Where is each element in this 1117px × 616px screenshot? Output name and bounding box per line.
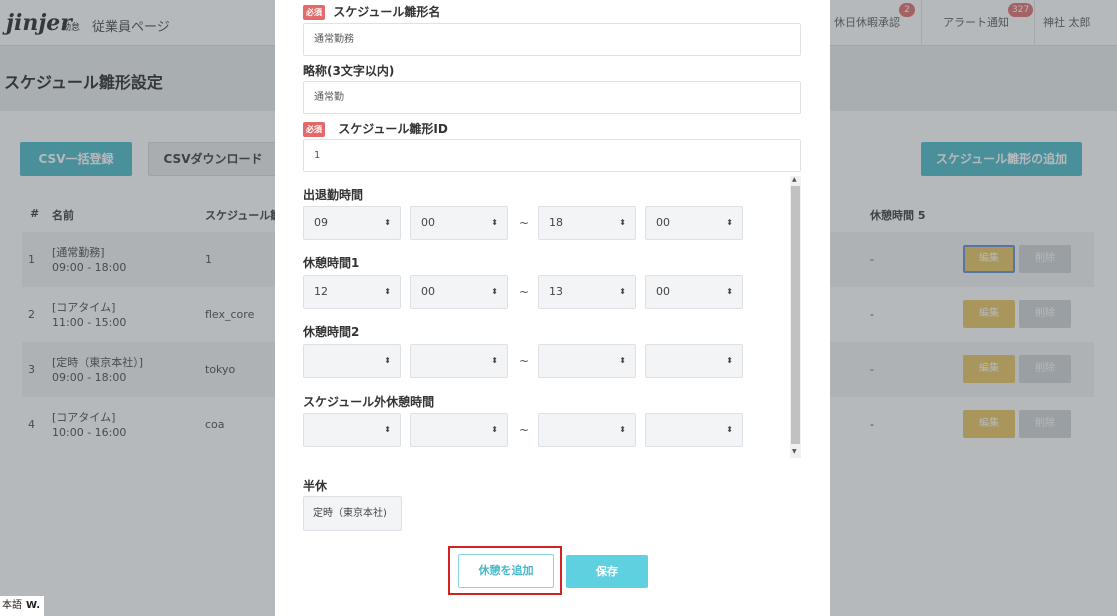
work-hours-label: 出退勤時間 xyxy=(303,188,364,202)
break1-label: 休憩時間1 xyxy=(303,256,360,270)
break1-end-hour-select[interactable]: 13 ⬍ xyxy=(538,275,636,309)
select-caret-icon: ⬍ xyxy=(491,218,498,227)
ime-w-icon: W. xyxy=(26,600,41,611)
select-caret-icon: ⬍ xyxy=(619,356,626,365)
select-caret-icon: ⬍ xyxy=(384,425,391,434)
select-caret-icon: ⬍ xyxy=(384,287,391,296)
work-start-minute-select[interactable]: 00 ⬍ xyxy=(410,206,508,240)
select-caret-icon: ⬍ xyxy=(491,287,498,296)
break2-end-minute-select[interactable]: ⬍ xyxy=(645,344,743,378)
abbreviation-label: 略称(3文字以内) xyxy=(303,64,395,78)
break1-end-minute-select[interactable]: 00 ⬍ xyxy=(645,275,743,309)
work-end-hour-select[interactable]: 18 ⬍ xyxy=(538,206,636,240)
select-caret-icon: ⬍ xyxy=(726,218,733,227)
required-badge: 必須 xyxy=(303,122,325,137)
range-tilde: ~ xyxy=(519,423,530,437)
select-caret-icon: ⬍ xyxy=(384,218,391,227)
select-caret-icon: ⬍ xyxy=(726,356,733,365)
break2-start-hour-select[interactable]: ⬍ xyxy=(303,344,401,378)
work-end-minute-select[interactable]: 00 ⬍ xyxy=(645,206,743,240)
outside-start-hour-select[interactable]: ⬍ xyxy=(303,413,401,447)
select-caret-icon: ⬍ xyxy=(726,425,733,434)
template-name-input[interactable]: 通常勤務 xyxy=(303,23,801,56)
select-caret-icon: ⬍ xyxy=(619,287,626,296)
abbreviation-input[interactable]: 通常勤 xyxy=(303,81,801,114)
half-day-select[interactable]: 定時（東京本社) xyxy=(303,496,402,531)
outside-end-minute-select[interactable]: ⬍ xyxy=(645,413,743,447)
outside-start-minute-select[interactable]: ⬍ xyxy=(410,413,508,447)
select-caret-icon: ⬍ xyxy=(384,356,391,365)
work-start-hour-select[interactable]: 09 ⬍ xyxy=(303,206,401,240)
break1-start-minute-select[interactable]: 00 ⬍ xyxy=(410,275,508,309)
template-id-input[interactable]: 1 xyxy=(303,139,801,172)
select-caret-icon: ⬍ xyxy=(726,287,733,296)
required-badge: 必須 xyxy=(303,5,325,20)
scrollbar-thumb[interactable] xyxy=(791,186,800,444)
range-tilde: ~ xyxy=(519,354,530,368)
outside-break-label: スケジュール外休憩時間 xyxy=(303,395,435,409)
break1-start-hour-select[interactable]: 12 ⬍ xyxy=(303,275,401,309)
modal-scrollbar[interactable]: ▲ ▼ xyxy=(790,176,801,458)
half-day-label: 半休 xyxy=(303,479,328,493)
break2-start-minute-select[interactable]: ⬍ xyxy=(410,344,508,378)
break2-end-hour-select[interactable]: ⬍ xyxy=(538,344,636,378)
add-break-button[interactable]: 休憩を追加 xyxy=(458,554,554,588)
select-caret-icon: ⬍ xyxy=(491,425,498,434)
outside-end-hour-select[interactable]: ⬍ xyxy=(538,413,636,447)
schedule-template-modal: 必須 スケジュール雛形名 通常勤務 略称(3文字以内) 通常勤 必須 スケジュー… xyxy=(275,0,830,616)
range-tilde: ~ xyxy=(519,285,530,299)
scroll-down-icon[interactable]: ▼ xyxy=(792,448,797,455)
language-label: 本語 xyxy=(2,600,22,611)
select-caret-icon: ⬍ xyxy=(491,356,498,365)
template-id-label: 必須 スケジュール雛形ID xyxy=(303,120,448,137)
scroll-up-icon[interactable]: ▲ xyxy=(792,176,797,183)
language-indicator: 本語 W. xyxy=(0,596,44,616)
template-name-label: 必須 スケジュール雛形名 xyxy=(303,3,440,20)
select-caret-icon: ⬍ xyxy=(619,218,626,227)
select-caret-icon: ⬍ xyxy=(619,425,626,434)
break2-label: 休憩時間2 xyxy=(303,325,360,339)
range-tilde: ~ xyxy=(519,216,530,230)
save-button[interactable]: 保存 xyxy=(566,555,648,588)
